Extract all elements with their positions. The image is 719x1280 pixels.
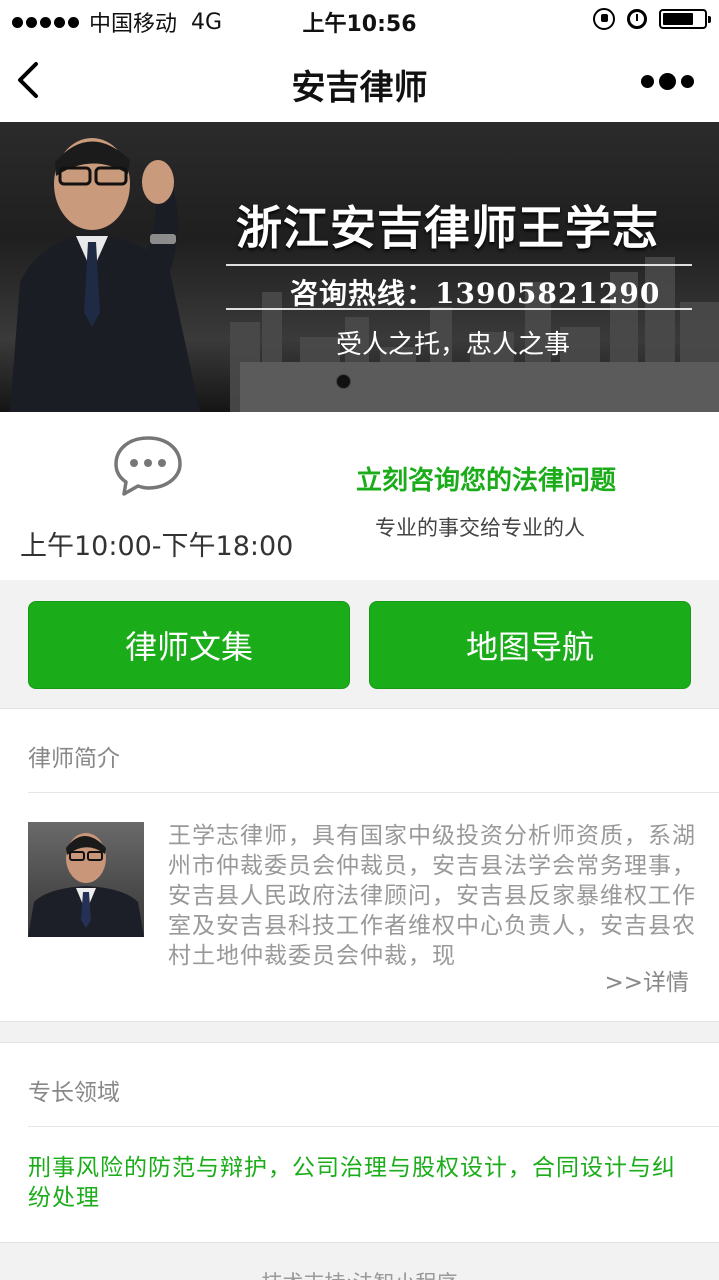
battery-level (663, 13, 693, 25)
orientation-lock-icon (593, 8, 615, 30)
alarm-icon (627, 9, 647, 29)
lawyer-intro-section: 律师简介 王学志律师，具有国家中级投资分析师资质，系湖州市仲裁委员会仲裁员，安吉… (0, 708, 719, 1022)
intro-text: 王学志律师，具有国家中级投资分析师资质，系湖州市仲裁委员会仲裁员，安吉县法学会常… (168, 823, 696, 969)
consult-now-link[interactable]: 立刻咨询您的法律问题 (356, 460, 616, 497)
banner-divider-bottom (226, 308, 692, 310)
battery-icon (659, 9, 711, 29)
action-buttons: 律师文集 地图导航 (0, 580, 719, 708)
specialty-header: 专长领域 (28, 1080, 120, 1106)
status-right (593, 8, 711, 30)
back-button[interactable] (14, 58, 54, 102)
banner-hotline: 咨询热线：13905821290 (290, 277, 661, 310)
consult-subtitle: 专业的事交给专业的人 (375, 516, 585, 540)
status-bar: 中国移动 4G 上午10:56 (0, 0, 719, 40)
more-options-button[interactable] (641, 66, 701, 96)
footer: 技术支持:法智小程序 (0, 1242, 719, 1280)
specialty-section: 专长领域 刑事风险的防范与辩护，公司治理与股权设计，合同设计与纠纷处理 (0, 1042, 719, 1242)
banner-image (10, 138, 719, 412)
chat-bubble-icon[interactable] (112, 434, 186, 500)
more-dots-icon (641, 74, 654, 88)
service-hours: 上午10:00-下午18:00 (20, 531, 294, 562)
consult-section: 上午10:00-下午18:00 立刻咨询您的法律问题 专业的事交给专业的人 (0, 412, 719, 580)
chevron-left-icon (18, 62, 38, 98)
details-link[interactable]: >>详情 (604, 963, 689, 997)
banner-title: 浙江安吉律师王学志 (236, 201, 659, 255)
intro-header: 律师简介 (28, 746, 120, 772)
tech-support-text: 技术支持:法智小程序 (0, 1267, 719, 1280)
map-navigation-button[interactable]: 地图导航 (369, 601, 691, 689)
page-title: 安吉律师 (291, 68, 428, 108)
banner[interactable]: 浙江安吉律师王学志 咨询热线：13905821290 受人之托，忠人之事 (0, 122, 719, 412)
carousel-indicator[interactable] (336, 374, 351, 389)
banner-divider-top (226, 264, 692, 266)
specialty-text: 刑事风险的防范与辩护，公司治理与股权设计，合同设计与纠纷处理 (28, 1155, 676, 1211)
lawyer-articles-button[interactable]: 律师文集 (28, 601, 350, 689)
specialty-divider (28, 1126, 719, 1127)
lawyer-avatar (28, 822, 144, 937)
intro-divider (28, 792, 719, 793)
banner-slogan: 受人之托，忠人之事 (336, 330, 571, 360)
nav-bar: 安吉律师 (0, 40, 719, 122)
